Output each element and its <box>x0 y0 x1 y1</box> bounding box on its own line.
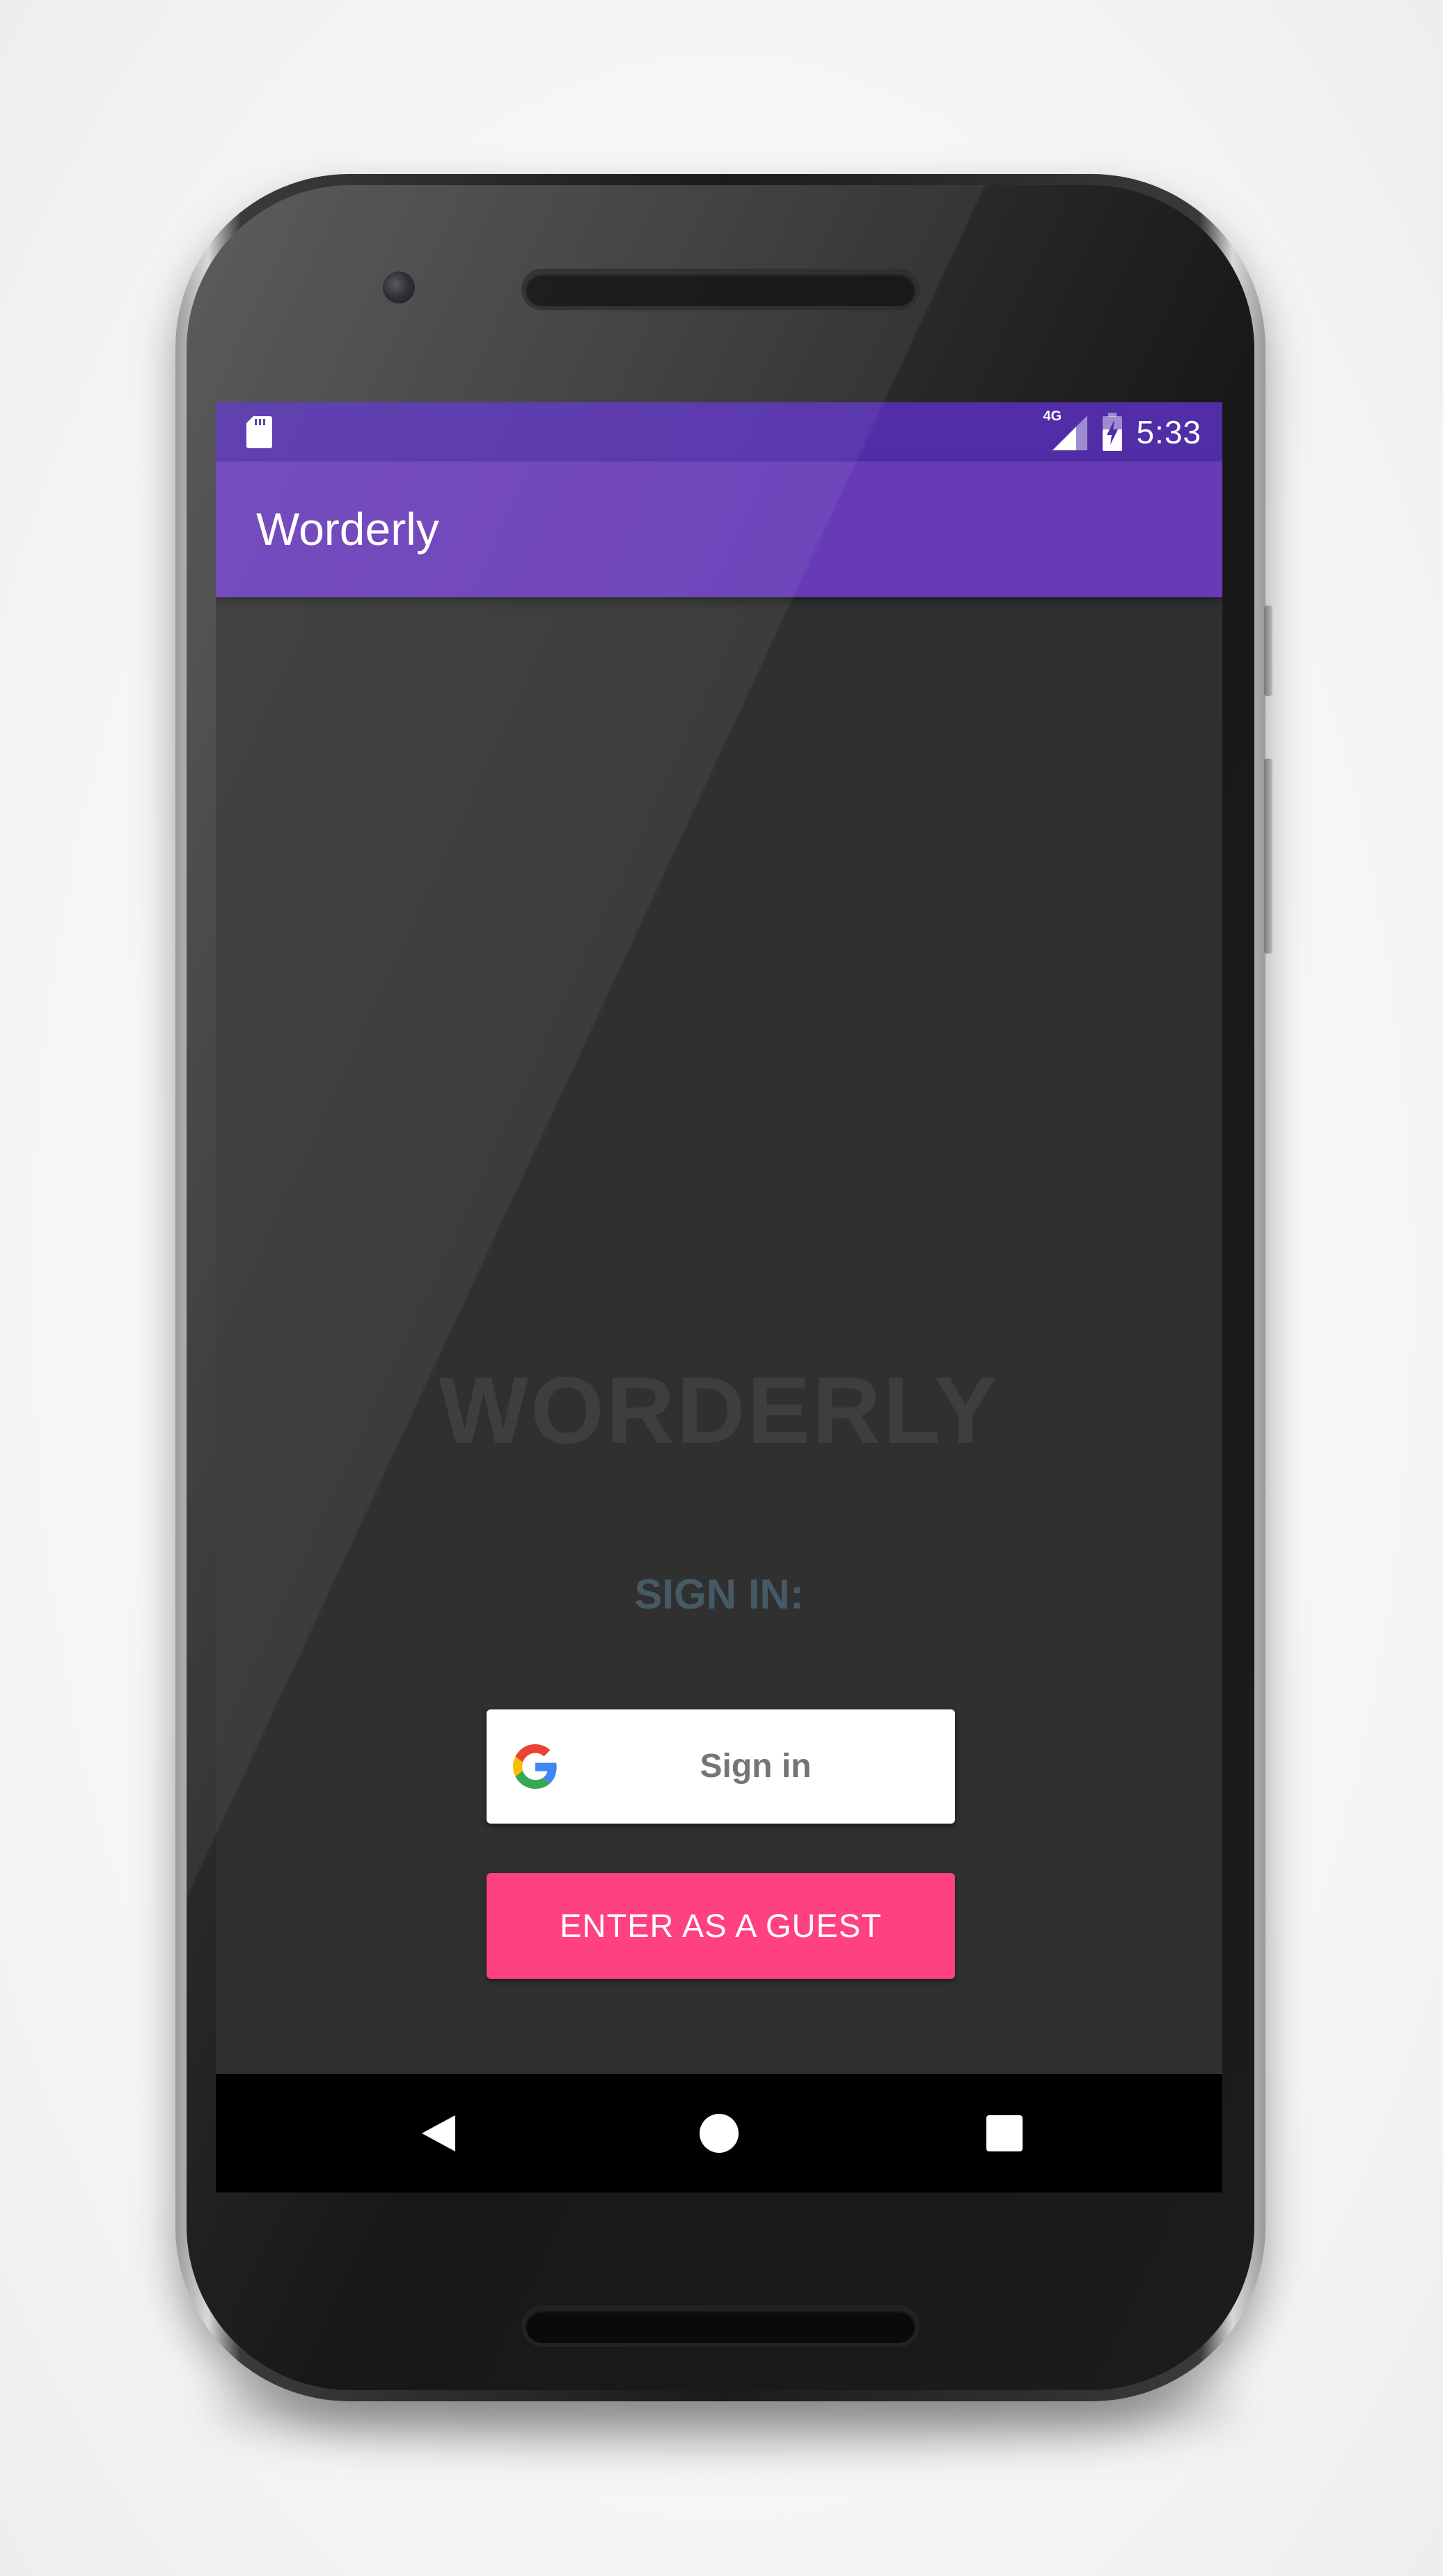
back-button[interactable] <box>369 2074 508 2192</box>
status-icons: 4G 5:33 <box>1043 402 1201 461</box>
home-button[interactable] <box>649 2074 789 2192</box>
app-title: Worderly <box>256 503 439 555</box>
front-camera <box>383 271 415 303</box>
app-bar: Worderly <box>216 461 1222 597</box>
bottom-speaker <box>526 2309 915 2343</box>
sign-in-heading: SIGN IN: <box>634 1571 804 1618</box>
back-icon <box>422 2115 455 2151</box>
sd-card-icon <box>246 416 272 448</box>
top-speaker <box>526 273 915 306</box>
battery-icon <box>1103 412 1123 451</box>
status-time: 5:33 <box>1136 413 1201 450</box>
network-type-label: 4G <box>1043 408 1062 424</box>
google-sign-in-label: Sign in <box>700 1748 812 1785</box>
device-frame-stage: 4G 5:33 Worderly WORDERLY SIGN IN: Sign … <box>0 0 1443 2576</box>
google-sign-in-button[interactable]: Sign in <box>487 1709 955 1824</box>
enter-as-guest-button[interactable]: ENTER AS A GUEST <box>487 1873 955 1979</box>
google-icon <box>513 1744 557 1789</box>
app-logo-text: WORDERLY <box>439 1357 1000 1463</box>
volume-button <box>1264 759 1272 954</box>
recent-apps-button[interactable] <box>935 2074 1074 2192</box>
main-content: WORDERLY SIGN IN: Sign in ENTER AS A GUE… <box>216 597 1222 2073</box>
power-button <box>1264 606 1272 696</box>
status-bar: 4G 5:33 <box>216 402 1222 461</box>
home-icon <box>700 2114 739 2153</box>
signal-icon: 4G <box>1043 409 1089 453</box>
navigation-bar <box>216 2074 1222 2192</box>
recent-apps-icon <box>986 2115 1023 2151</box>
device-screen: 4G 5:33 Worderly WORDERLY SIGN IN: Sign … <box>216 402 1222 2192</box>
